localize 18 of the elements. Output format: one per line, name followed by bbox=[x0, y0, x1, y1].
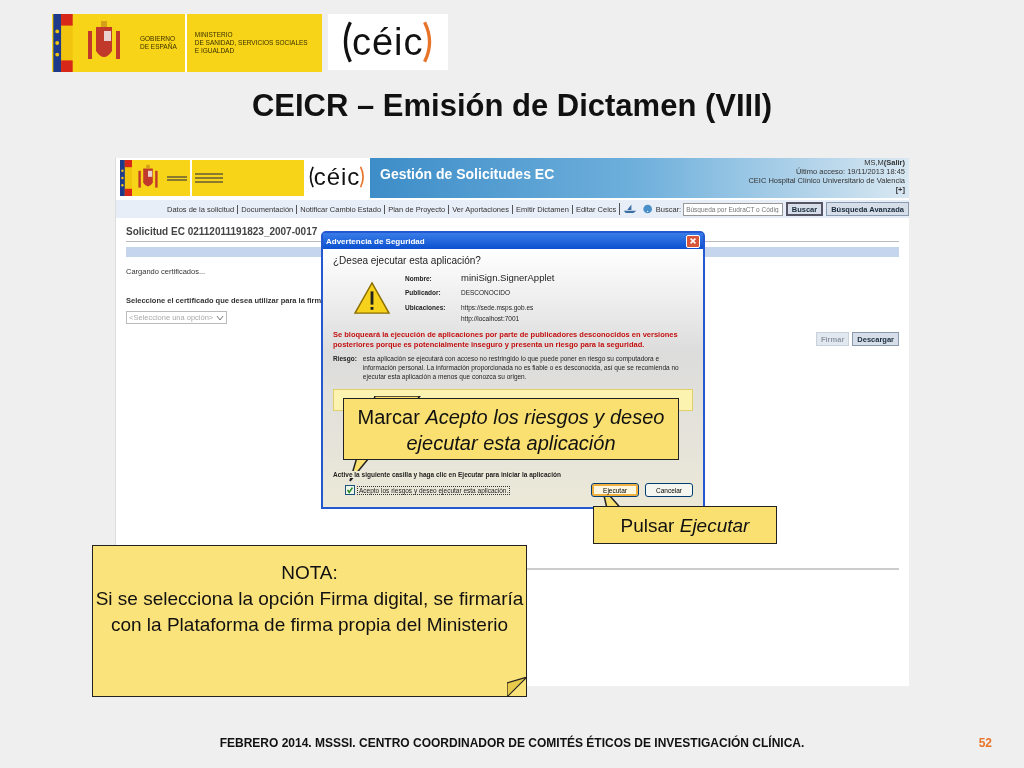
help-icon bbox=[643, 204, 653, 214]
checkbox[interactable] bbox=[345, 485, 355, 495]
note-title: NOTA: bbox=[280, 561, 339, 585]
footer-text: FEBRERO 2014. MSSSI. CENTRO COORDINADOR DE COMITÉS ÉTICOS DE INVESTIGACIÓN CLÍNICA. bbox=[219, 736, 805, 750]
flag-icon bbox=[120, 160, 132, 196]
app-title: Gestión de Solicitudes EC bbox=[380, 166, 555, 184]
flag-icon bbox=[52, 14, 74, 72]
ceic-logo: céic bbox=[327, 14, 448, 70]
caret-icon bbox=[216, 314, 225, 321]
close-button[interactable] bbox=[686, 234, 700, 248]
ship-icon bbox=[623, 203, 638, 213]
note-text: Si se selecciona la opción Firma digital, se firmaría con la Plataforma de firma propia del Ministerio bbox=[94, 587, 525, 637]
field-value: miniSign.SignerApplet bbox=[461, 272, 555, 283]
close-icon bbox=[689, 237, 697, 245]
dialog-question: ¿Desea ejecutar esta aplicación? bbox=[333, 255, 482, 266]
page-number: 52 bbox=[978, 736, 992, 750]
warning-icon bbox=[353, 281, 391, 315]
slide-title: CEICR – Emisión de Dictamen (VIII) bbox=[250, 88, 774, 125]
